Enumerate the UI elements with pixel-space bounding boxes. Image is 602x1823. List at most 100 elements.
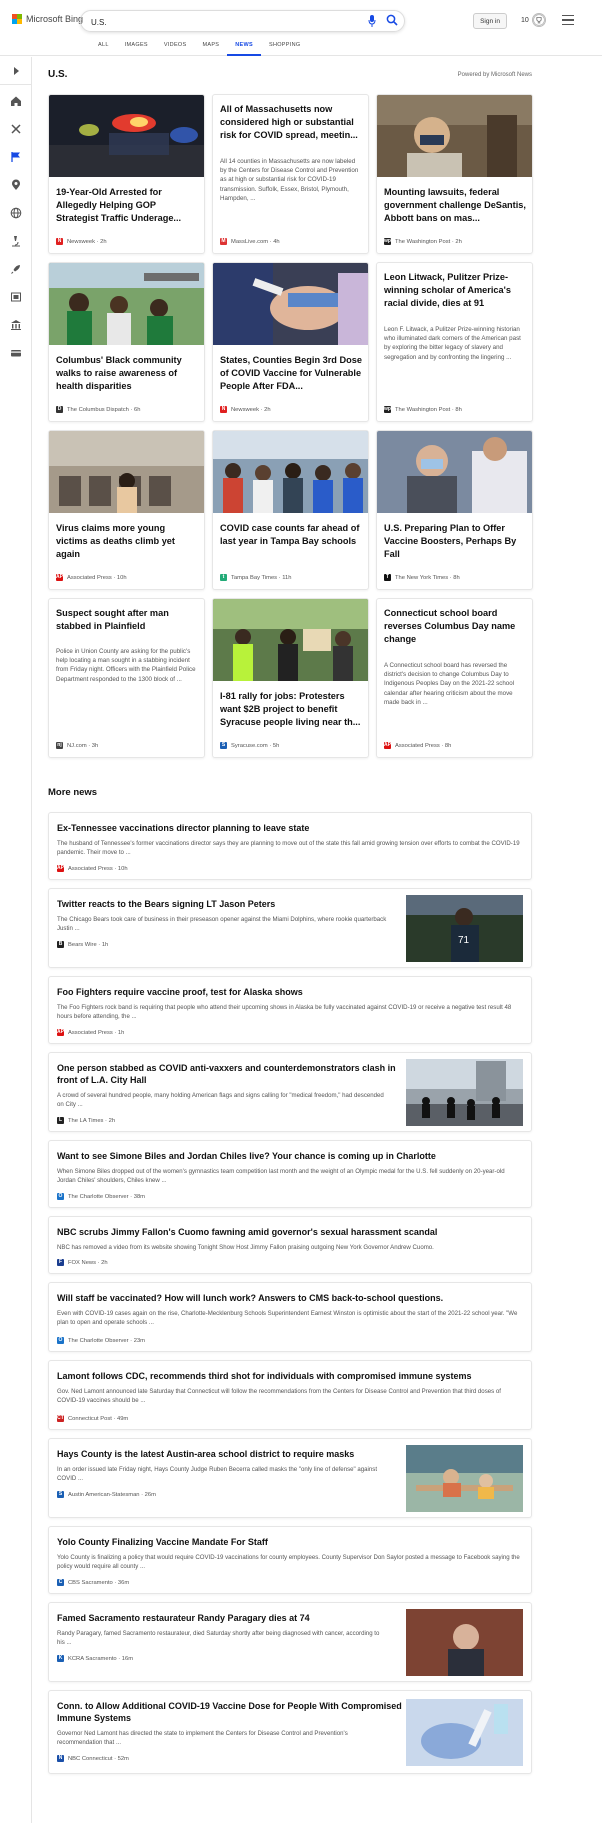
- rewards-button[interactable]: 10: [521, 13, 546, 27]
- item-title[interactable]: NBC scrubs Jimmy Fallon's Cuomo fawning …: [57, 1226, 517, 1238]
- news-list-item[interactable]: Foo Fighters require vaccine proof, test…: [48, 976, 532, 1044]
- item-title[interactable]: Want to see Simone Biles and Jordan Chil…: [57, 1150, 517, 1162]
- card-title[interactable]: 19-Year-Old Arrested for Allegedly Helpi…: [56, 186, 199, 225]
- news-list-item[interactable]: Will staff be vaccinated? How will lunch…: [48, 1282, 532, 1352]
- card-title[interactable]: COVID case counts far ahead of last year…: [220, 522, 363, 548]
- source-logo-icon: D: [56, 406, 63, 413]
- item-title[interactable]: Hays County is the latest Austin-area sc…: [57, 1448, 397, 1460]
- item-source: S Austin American-Statesman · 26m: [57, 1491, 156, 1498]
- item-source: CT Connecticut Post · 49m: [57, 1415, 129, 1422]
- card-source: T The New York Times · 8h: [384, 574, 460, 581]
- microsoft-logo-icon: [12, 14, 22, 24]
- microphone-icon[interactable]: [368, 15, 376, 27]
- item-title[interactable]: Yolo County Finalizing Vaccine Mandate F…: [57, 1536, 517, 1548]
- card-title[interactable]: Mounting lawsuits, federal government ch…: [384, 186, 527, 225]
- credit-card-icon[interactable]: [10, 347, 22, 359]
- tab-all[interactable]: ALL: [90, 40, 117, 56]
- item-description: The Foo Fighters rock band is requiring …: [57, 1004, 512, 1020]
- bing-logo[interactable]: Microsoft Bing: [12, 14, 83, 24]
- card-title[interactable]: Columbus' Black community walks to raise…: [56, 354, 199, 393]
- news-list-item[interactable]: Want to see Simone Biles and Jordan Chil…: [48, 1140, 532, 1208]
- news-thumbnail: 71: [406, 895, 523, 962]
- news-card[interactable]: Virus claims more young victims as death…: [48, 430, 205, 590]
- search-input[interactable]: [91, 15, 321, 29]
- tab-videos[interactable]: VIDEOS: [156, 40, 195, 56]
- item-title[interactable]: Will staff be vaccinated? How will lunch…: [57, 1292, 517, 1304]
- news-card[interactable]: Connecticut school board reverses Columb…: [376, 598, 533, 758]
- menu-icon[interactable]: [562, 15, 574, 25]
- film-icon[interactable]: [10, 291, 22, 303]
- news-card[interactable]: Leon Litwack, Pulitzer Prize-winning sch…: [376, 262, 533, 422]
- home-icon[interactable]: [10, 95, 22, 107]
- card-title[interactable]: Suspect sought after man stabbed in Plai…: [56, 607, 199, 633]
- source-logo-icon: AP: [57, 865, 64, 872]
- item-title[interactable]: Lamont follows CDC, recommends third sho…: [57, 1370, 517, 1382]
- card-source: N Newsweek · 2h: [56, 238, 107, 245]
- news-list-item[interactable]: Lamont follows CDC, recommends third sho…: [48, 1360, 532, 1430]
- news-card[interactable]: States, Counties Begin 3rd Dose of COVID…: [212, 262, 369, 422]
- tab-news[interactable]: NEWS: [227, 40, 261, 56]
- news-list-item[interactable]: Hays County is the latest Austin-area sc…: [48, 1438, 532, 1518]
- item-description: Yolo County is finalizing a policy that …: [57, 1554, 520, 1570]
- item-description: Governor Ned Lamont has directed the sta…: [57, 1730, 348, 1746]
- card-title[interactable]: Virus claims more young victims as death…: [56, 522, 199, 561]
- card-title[interactable]: States, Counties Begin 3rd Dose of COVID…: [220, 354, 363, 393]
- card-description: Leon F. Litwack, a Pulitzer Prize-winnin…: [384, 326, 521, 361]
- news-list-item[interactable]: Ex-Tennessee vaccinations director plann…: [48, 812, 532, 880]
- svg-text:71: 71: [458, 935, 470, 946]
- bank-icon[interactable]: [10, 319, 22, 331]
- news-image: [49, 431, 204, 513]
- card-title[interactable]: Leon Litwack, Pulitzer Prize-winning sch…: [384, 271, 527, 310]
- item-title[interactable]: One person stabbed as COVID anti-vaxxers…: [57, 1062, 402, 1086]
- item-title[interactable]: Ex-Tennessee vaccinations director plann…: [57, 822, 517, 834]
- news-list-item[interactable]: Yolo County Finalizing Vaccine Mandate F…: [48, 1526, 532, 1594]
- source-logo-icon: AP: [57, 1029, 64, 1036]
- powered-by-label[interactable]: Powered by Microsoft News: [458, 72, 532, 78]
- news-card[interactable]: 19-Year-Old Arrested for Allegedly Helpi…: [48, 94, 205, 254]
- card-title[interactable]: Connecticut school board reverses Columb…: [384, 607, 527, 646]
- source-logo-icon: C: [57, 1579, 64, 1586]
- item-source: L The LA Times · 2h: [57, 1117, 116, 1124]
- tab-maps[interactable]: MAPS: [194, 40, 227, 56]
- tools-icon[interactable]: [10, 123, 22, 135]
- location-icon[interactable]: [10, 179, 22, 191]
- news-list-item[interactable]: Twitter reacts to the Bears signing LT J…: [48, 888, 532, 968]
- rail-collapse-button[interactable]: [0, 57, 32, 85]
- news-card[interactable]: All of Massachusetts now considered high…: [212, 94, 369, 254]
- news-image: [213, 263, 368, 345]
- news-list-item[interactable]: NBC scrubs Jimmy Fallon's Cuomo fawning …: [48, 1216, 532, 1274]
- news-list-item[interactable]: Conn. to Allow Additional COVID-19 Vacci…: [48, 1690, 532, 1774]
- news-card[interactable]: COVID case counts far ahead of last year…: [212, 430, 369, 590]
- sign-in-button[interactable]: Sign in: [473, 13, 507, 29]
- item-title[interactable]: Foo Fighters require vaccine proof, test…: [57, 986, 517, 998]
- news-card[interactable]: Mounting lawsuits, federal government ch…: [376, 94, 533, 254]
- card-source: wp The Washington Post · 8h: [384, 406, 462, 413]
- card-title[interactable]: I-81 rally for jobs: Protesters want $2B…: [220, 690, 363, 729]
- globe-icon[interactable]: [10, 207, 22, 219]
- news-card[interactable]: Suspect sought after man stabbed in Plai…: [48, 598, 205, 758]
- item-title[interactable]: Famed Sacramento restaurateur Randy Para…: [57, 1612, 397, 1624]
- search-icon[interactable]: [386, 14, 398, 26]
- card-title[interactable]: U.S. Preparing Plan to Offer Vaccine Boo…: [384, 522, 527, 561]
- microscope-icon[interactable]: [10, 235, 22, 247]
- news-list-item[interactable]: Famed Sacramento restaurateur Randy Para…: [48, 1602, 532, 1682]
- tab-images[interactable]: IMAGES: [117, 40, 156, 56]
- tab-shopping[interactable]: SHOPPING: [261, 40, 308, 56]
- item-title[interactable]: Twitter reacts to the Bears signing LT J…: [57, 898, 397, 910]
- source-logo-icon: t: [220, 574, 227, 581]
- source-logo-icon: T: [384, 574, 391, 581]
- news-card[interactable]: Columbus' Black community walks to raise…: [48, 262, 205, 422]
- item-source: F FOX News · 2h: [57, 1259, 108, 1266]
- news-card[interactable]: I-81 rally for jobs: Protesters want $2B…: [212, 598, 369, 758]
- flag-icon[interactable]: [10, 151, 22, 163]
- card-source: AP Associated Press · 10h: [56, 574, 127, 581]
- source-logo-icon: F: [57, 1259, 64, 1266]
- news-list-item[interactable]: One person stabbed as COVID anti-vaxxers…: [48, 1052, 532, 1132]
- card-title[interactable]: All of Massachusetts now considered high…: [220, 103, 363, 142]
- search-box[interactable]: [80, 10, 405, 32]
- item-source: O The Charlotte Observer · 23m: [57, 1337, 145, 1344]
- news-card[interactable]: U.S. Preparing Plan to Offer Vaccine Boo…: [376, 430, 533, 590]
- item-title[interactable]: Conn. to Allow Additional COVID-19 Vacci…: [57, 1700, 402, 1724]
- card-source: t Tampa Bay Times · 11h: [220, 574, 291, 581]
- rocket-icon[interactable]: [10, 263, 22, 275]
